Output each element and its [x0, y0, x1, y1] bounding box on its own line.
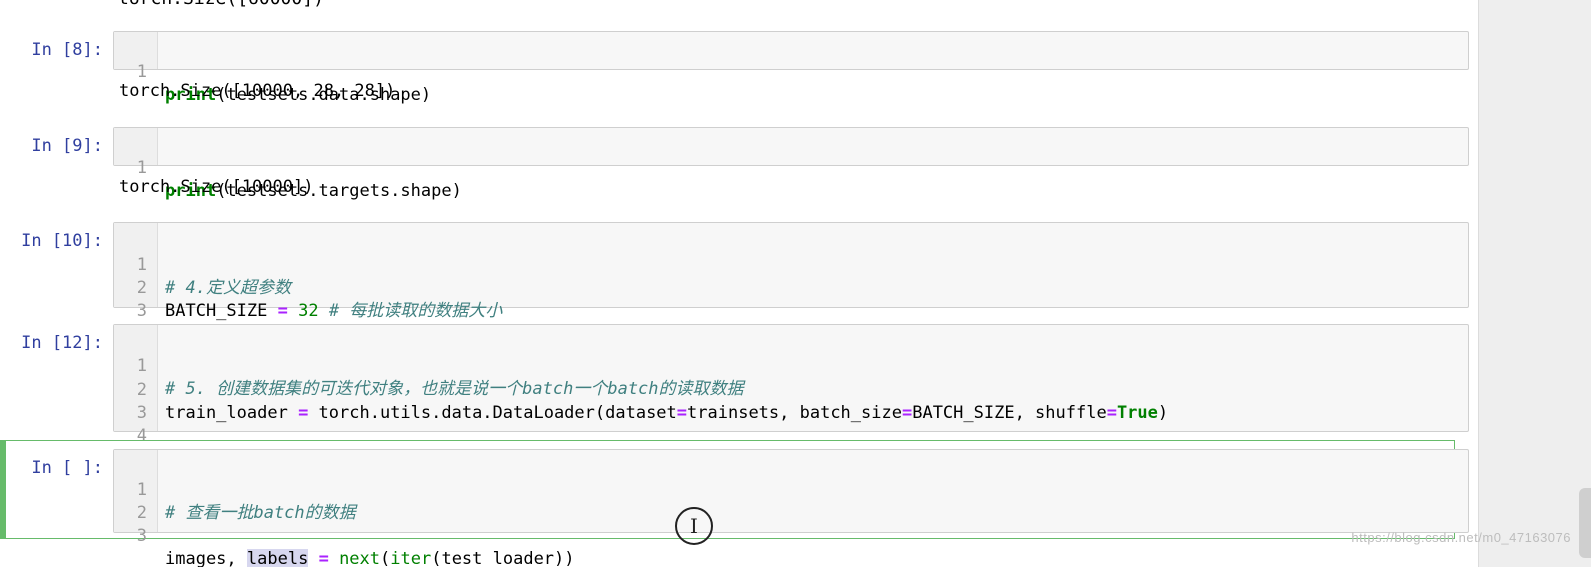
- scrollbar-thumb[interactable]: [1579, 488, 1591, 558]
- code-line[interactable]: 1 # 4.定义超参数: [114, 231, 1468, 298]
- code-line[interactable]: 1 print(testsets.targets.shape): [114, 134, 1468, 201]
- input-prompt: In [10]:: [21, 231, 103, 251]
- code-line[interactable]: 1 # 5. 创建数据集的可迭代对象，也就是说一个batch一个batch的读取…: [114, 332, 1468, 399]
- code-input[interactable]: 1 # 4.定义超参数 2 BATCH_SIZE = 32 # 每批读取的数据大…: [113, 222, 1469, 344]
- code-line[interactable]: 3 images, labels = next(iter(test_loader…: [114, 502, 1468, 567]
- code-input[interactable]: 1 print(testsets.targets.shape): [113, 127, 1469, 201]
- code-text: BATCH_SIZE = 32 # 每批读取的数据大小: [165, 301, 503, 321]
- code-input[interactable]: 1 # 5. 创建数据集的可迭代对象，也就是说一个batch一个batch的读取…: [113, 324, 1469, 469]
- code-line[interactable]: 4 test_loader = torch.utils.data.DataLoa…: [114, 402, 1468, 469]
- code-line[interactable]: 2: [114, 479, 1468, 523]
- cell-output: torch.Size([10000, 28, 28]): [119, 81, 396, 101]
- notebook-page: torch.Size([60000]) In [8]: 1 print(test…: [0, 0, 1479, 567]
- code-line[interactable]: 2 train_loader = torch.utils.data.DataLo…: [114, 356, 1468, 423]
- code-input[interactable]: 1 # 查看一批batch的数据 2 3 images, labels = ne…: [113, 449, 1469, 567]
- code-line[interactable]: 1 print(testsets.data.shape): [114, 38, 1468, 105]
- line-number: 3: [136, 301, 147, 321]
- code-line[interactable]: 1 # 查看一批batch的数据: [114, 456, 1468, 523]
- text-cursor-icon: I: [675, 507, 713, 545]
- input-prompt: In [9]:: [31, 136, 103, 156]
- cell-output: torch.Size([60000]): [118, 0, 324, 9]
- input-prompt: In [8]:: [31, 40, 103, 60]
- code-line[interactable]: 3 EPOCHS = 10 # 训练10轮: [114, 277, 1468, 344]
- code-line[interactable]: 2 BATCH_SIZE = 32 # 每批读取的数据大小: [114, 254, 1468, 321]
- code-text: images, labels = next(iter(test_loader)): [165, 549, 575, 567]
- cell-output: torch.Size([10000]): [119, 177, 314, 197]
- code-line[interactable]: 3: [114, 379, 1468, 423]
- code-input[interactable]: 1 print(testsets.data.shape): [113, 31, 1469, 105]
- input-prompt: In [12]:: [21, 333, 103, 353]
- line-number: 3: [136, 526, 147, 546]
- input-prompt: In [ ]:: [31, 458, 103, 478]
- watermark: https://blog.csdn.net/m0_47163076: [1351, 530, 1571, 545]
